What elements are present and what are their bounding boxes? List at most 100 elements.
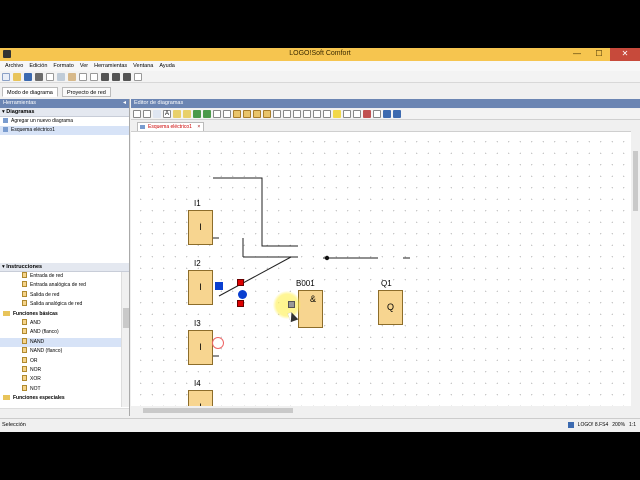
list-item-label: Funciones especiales bbox=[13, 395, 65, 402]
cut-icon[interactable] bbox=[46, 72, 54, 81]
redo-icon[interactable] bbox=[223, 110, 231, 118]
properties-icon[interactable] bbox=[393, 110, 401, 118]
list-item[interactable]: AND (flanco) bbox=[0, 328, 121, 337]
minimize-button[interactable]: — bbox=[566, 48, 588, 61]
tree-folder[interactable]: Funciones especiales bbox=[0, 394, 121, 403]
tree-add-diagram[interactable]: Agregar un nuevo diagrama bbox=[0, 117, 129, 126]
constant-icon[interactable] bbox=[153, 110, 161, 118]
maximize-button[interactable]: ☐ bbox=[588, 48, 610, 61]
tree-diagram-1[interactable]: Esquema eléctrico1 bbox=[0, 126, 129, 135]
help-pointer-icon[interactable] bbox=[134, 72, 142, 81]
list-item[interactable]: NOT bbox=[0, 384, 121, 394]
menu-ventana[interactable]: Ventana bbox=[130, 63, 156, 69]
tree-folder[interactable]: Funciones básicas bbox=[0, 310, 121, 319]
close-tab-icon[interactable]: × bbox=[197, 124, 200, 130]
gf-block-icon[interactable] bbox=[243, 110, 251, 118]
menu-edicion[interactable]: Edición bbox=[26, 63, 50, 69]
scroll-thumb[interactable] bbox=[633, 151, 638, 211]
download-icon[interactable] bbox=[112, 72, 120, 81]
menu-herramientas[interactable]: Herramientas bbox=[91, 63, 130, 69]
list-item[interactable]: AND bbox=[0, 318, 121, 328]
and-block-b001[interactable]: & bbox=[298, 290, 323, 328]
list-item[interactable]: Entrada analógica de red bbox=[0, 281, 121, 290]
paste-icon[interactable] bbox=[68, 72, 76, 81]
list-item-label: Entrada de red bbox=[30, 273, 64, 279]
delete-icon[interactable] bbox=[363, 110, 371, 118]
connect-tool-icon[interactable] bbox=[143, 110, 151, 118]
list-item-label: NOR bbox=[30, 366, 42, 373]
split-icon[interactable] bbox=[173, 110, 181, 118]
zoom-label[interactable]: 200% bbox=[612, 422, 625, 428]
tab-proyecto-red[interactable]: Proyecto de red bbox=[62, 87, 111, 97]
list-item[interactable]: OR bbox=[0, 356, 121, 366]
input-block-i4[interactable]: I bbox=[188, 390, 213, 406]
upload-icon[interactable] bbox=[123, 72, 131, 81]
info-icon[interactable] bbox=[383, 110, 391, 118]
open-icon[interactable] bbox=[13, 72, 21, 81]
list-item[interactable]: NOR bbox=[0, 365, 121, 375]
instructions-h-scrollbar[interactable] bbox=[0, 408, 129, 416]
join-icon[interactable] bbox=[183, 110, 191, 118]
save-icon[interactable] bbox=[24, 72, 32, 81]
zoom-fit-icon[interactable] bbox=[323, 110, 331, 118]
connector-handle-top[interactable] bbox=[237, 279, 244, 286]
layout-icon[interactable] bbox=[283, 110, 291, 118]
input-block-i3[interactable]: I bbox=[188, 330, 213, 365]
arrange-icon[interactable] bbox=[373, 110, 381, 118]
list-item-label: Salida de red bbox=[30, 291, 60, 298]
zoom-out-icon[interactable] bbox=[313, 110, 321, 118]
cross-ref-icon[interactable] bbox=[343, 110, 351, 118]
menu-formato[interactable]: Formato bbox=[50, 63, 76, 69]
diagrams-section-header[interactable]: ▾ Diagramas bbox=[0, 108, 129, 117]
list-item[interactable]: NAND bbox=[0, 337, 121, 348]
output-block-q1[interactable]: Q bbox=[378, 290, 403, 325]
collapse-panel-icon[interactable]: ◂ bbox=[123, 99, 126, 108]
instructions-scrollbar[interactable] bbox=[121, 272, 129, 407]
menu-ver[interactable]: Ver bbox=[77, 63, 91, 69]
list-item[interactable]: NAND (flanco) bbox=[0, 347, 121, 356]
align-icon[interactable] bbox=[273, 110, 281, 118]
highlight-icon[interactable] bbox=[333, 110, 341, 118]
print-icon[interactable] bbox=[35, 72, 43, 81]
canvas-h-scrollbar[interactable] bbox=[131, 406, 631, 416]
connector-end-square[interactable] bbox=[215, 282, 223, 290]
tab-modo-diagrama[interactable]: Modo de diagrama bbox=[2, 87, 58, 97]
simulation-icon[interactable] bbox=[193, 110, 201, 118]
connector-node-dot[interactable] bbox=[238, 290, 247, 299]
close-button[interactable]: ✕ bbox=[610, 48, 640, 61]
co-block-icon[interactable] bbox=[233, 110, 241, 118]
menu-ayuda[interactable]: Ayuda bbox=[156, 63, 178, 69]
input-block-i1[interactable]: I bbox=[188, 210, 213, 245]
new-icon[interactable] bbox=[2, 72, 10, 81]
scroll-thumb[interactable] bbox=[123, 308, 129, 328]
zoom-in-icon[interactable] bbox=[303, 110, 311, 118]
list-item[interactable]: Entrada de red bbox=[0, 272, 121, 281]
network-icon[interactable] bbox=[353, 110, 361, 118]
tab-esquema-electrico[interactable]: Esquema eléctrico1 × bbox=[137, 122, 205, 131]
list-item[interactable]: Salida analógica de red bbox=[0, 300, 121, 309]
sf-block-icon[interactable] bbox=[253, 110, 261, 118]
connector-handle-bottom[interactable] bbox=[237, 300, 244, 307]
scroll-thumb[interactable] bbox=[143, 408, 293, 413]
list-item[interactable]: Salida de red bbox=[0, 290, 121, 300]
instructions-section-header[interactable]: ▾ Instrucciones bbox=[0, 263, 129, 272]
transfer-icon[interactable] bbox=[101, 72, 109, 81]
input-block-i2[interactable]: I bbox=[188, 270, 213, 305]
diagram-canvas[interactable]: I1 I I2 I I3 I I4 I B001 & Q1 Q bbox=[131, 131, 631, 406]
undo-icon[interactable] bbox=[79, 72, 87, 81]
grid-icon[interactable] bbox=[293, 110, 301, 118]
select-tool-icon[interactable] bbox=[133, 110, 141, 118]
block-icon bbox=[22, 328, 27, 335]
menu-archivo[interactable]: Archivo bbox=[2, 63, 26, 69]
redo-icon[interactable] bbox=[90, 72, 98, 81]
text-tool-icon[interactable]: A bbox=[163, 110, 171, 118]
canvas-v-scrollbar[interactable] bbox=[631, 131, 640, 406]
list-item[interactable]: XOR bbox=[0, 375, 121, 384]
undo-icon[interactable] bbox=[213, 110, 221, 118]
block-icon bbox=[22, 356, 27, 363]
udf-block-icon[interactable] bbox=[263, 110, 271, 118]
copy-icon[interactable] bbox=[57, 72, 65, 81]
online-test-icon[interactable] bbox=[203, 110, 211, 118]
block-input-pin[interactable] bbox=[288, 301, 295, 308]
connection-target-circle[interactable] bbox=[212, 337, 224, 349]
